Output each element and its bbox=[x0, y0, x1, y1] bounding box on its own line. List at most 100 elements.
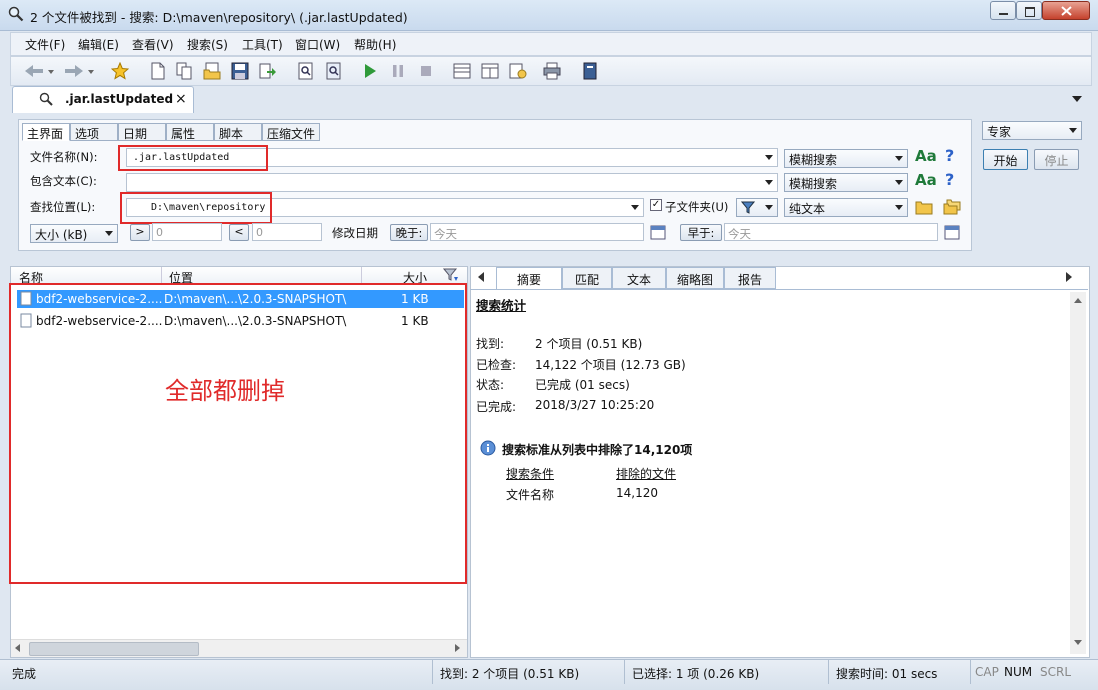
case-sensitive-icon[interactable]: Aa bbox=[915, 171, 937, 189]
calendar-icon[interactable] bbox=[944, 224, 960, 240]
location-mode-value: 纯文本 bbox=[789, 202, 826, 216]
column-divider[interactable] bbox=[361, 267, 362, 284]
menu-help[interactable]: 帮助(H) bbox=[354, 36, 396, 53]
info-icon bbox=[480, 440, 496, 456]
size-greater-button[interactable]: > bbox=[130, 224, 150, 241]
print-icon[interactable] bbox=[543, 62, 561, 80]
browse-folder-icon[interactable] bbox=[915, 199, 933, 215]
export-icon[interactable] bbox=[259, 62, 277, 80]
before-date-input[interactable]: 今天 bbox=[724, 223, 938, 241]
size-min-input[interactable]: 0 bbox=[152, 223, 222, 241]
annotation-box-results bbox=[9, 283, 467, 584]
stat-label: 已完成: bbox=[476, 400, 517, 414]
stat-label: 找到: bbox=[476, 337, 505, 351]
size-less-button[interactable]: < bbox=[229, 224, 249, 241]
after-date-input[interactable]: 今天 bbox=[430, 223, 644, 241]
profile-select[interactable]: 专家 bbox=[982, 121, 1082, 140]
status-separator bbox=[828, 660, 829, 684]
close-tab-icon[interactable]: × bbox=[175, 91, 187, 107]
minimize-button[interactable] bbox=[990, 1, 1016, 20]
modified-date-label: 修改日期 bbox=[332, 226, 378, 240]
scroll-left-icon[interactable] bbox=[15, 644, 20, 652]
tab-thumbnails[interactable]: 缩略图 bbox=[666, 267, 724, 289]
folders-icon[interactable] bbox=[943, 199, 961, 215]
tab-date[interactable]: 日期 bbox=[118, 123, 166, 141]
help-icon[interactable]: ? bbox=[945, 146, 954, 165]
stop-icon[interactable] bbox=[417, 62, 435, 80]
search-file-icon[interactable] bbox=[325, 62, 343, 80]
contains-match-mode[interactable]: 模糊搜索 bbox=[784, 173, 908, 192]
open-search-icon[interactable] bbox=[203, 62, 221, 80]
stat-value: 14,122 个项目 (12.73 GB) bbox=[535, 358, 686, 372]
pause-icon[interactable] bbox=[389, 62, 407, 80]
stop-button[interactable]: 停止 bbox=[1034, 149, 1079, 170]
size-unit-select[interactable]: 大小 (kB) bbox=[30, 224, 118, 243]
filename-match-mode-value: 模糊搜索 bbox=[789, 153, 838, 167]
case-sensitive-icon[interactable]: Aa bbox=[915, 147, 937, 165]
scrollbar-thumb[interactable] bbox=[29, 642, 199, 656]
column-divider[interactable] bbox=[161, 267, 162, 284]
menu-search[interactable]: 搜索(S) bbox=[187, 36, 228, 53]
layout-split-icon[interactable] bbox=[481, 62, 499, 80]
tab-list-dropdown-icon[interactable] bbox=[1072, 96, 1082, 102]
back-dropdown-icon[interactable] bbox=[47, 62, 55, 80]
menu-tools[interactable]: 工具(T) bbox=[242, 36, 283, 53]
save-icon[interactable] bbox=[231, 62, 249, 80]
filename-match-mode[interactable]: 模糊搜索 bbox=[784, 149, 908, 168]
tab-attributes[interactable]: 属性 bbox=[166, 123, 214, 141]
menu-edit[interactable]: 编辑(E) bbox=[78, 36, 119, 53]
minimize-icon bbox=[999, 13, 1008, 15]
size-max-input[interactable]: 0 bbox=[252, 223, 322, 241]
maximize-button[interactable] bbox=[1016, 1, 1042, 20]
scroll-up-icon[interactable] bbox=[1074, 298, 1082, 303]
menu-view[interactable]: 查看(V) bbox=[132, 36, 174, 53]
chevron-down-icon[interactable] bbox=[765, 180, 773, 185]
start-play-icon[interactable] bbox=[361, 62, 379, 80]
horizontal-scrollbar[interactable] bbox=[11, 639, 467, 657]
search-doc-tab[interactable]: .jar.lastUpdated × bbox=[12, 86, 194, 113]
tab-report[interactable]: 报告 bbox=[724, 267, 776, 289]
copy-search-icon[interactable] bbox=[175, 62, 193, 80]
calendar-icon[interactable] bbox=[650, 224, 666, 240]
magnifier-icon bbox=[39, 92, 53, 106]
new-search-icon[interactable] bbox=[149, 62, 167, 80]
favorites-star-icon[interactable] bbox=[111, 62, 129, 80]
filter-icon[interactable] bbox=[443, 268, 459, 283]
num-lock-indicator: NUM bbox=[1004, 665, 1033, 679]
tab-scroll-right-icon[interactable] bbox=[1066, 272, 1072, 282]
stat-value: 2018/3/27 10:25:20 bbox=[535, 398, 655, 412]
help-icon[interactable]: ? bbox=[945, 170, 954, 189]
forward-dropdown-icon[interactable] bbox=[87, 62, 95, 80]
back-arrow-icon[interactable] bbox=[23, 62, 45, 80]
forward-arrow-icon[interactable] bbox=[63, 62, 85, 80]
layout-list-icon[interactable] bbox=[453, 62, 471, 80]
tab-archive[interactable]: 压缩文件 bbox=[262, 123, 320, 141]
menu-file[interactable]: 文件(F) bbox=[25, 36, 65, 53]
tab-matches[interactable]: 匹配 bbox=[562, 267, 612, 289]
filter-button[interactable] bbox=[736, 198, 778, 217]
after-button[interactable]: 晚于: bbox=[390, 224, 428, 241]
tab-text[interactable]: 文本 bbox=[612, 267, 666, 289]
location-mode[interactable]: 纯文本 bbox=[784, 198, 908, 217]
tab-scroll-left-icon[interactable] bbox=[478, 272, 484, 282]
options-icon[interactable] bbox=[509, 62, 527, 80]
before-button[interactable]: 早于: bbox=[680, 224, 722, 241]
status-selected: 已选择: 1 项 (0.26 KB) bbox=[632, 667, 760, 681]
chevron-down-icon bbox=[765, 205, 773, 210]
scroll-down-icon[interactable] bbox=[1074, 640, 1082, 645]
contains-text-input[interactable] bbox=[126, 173, 778, 192]
chevron-down-icon[interactable] bbox=[765, 155, 773, 160]
start-button[interactable]: 开始 bbox=[983, 149, 1028, 170]
menu-window[interactable]: 窗口(W) bbox=[295, 36, 340, 53]
search-results-icon[interactable] bbox=[297, 62, 315, 80]
vertical-scrollbar[interactable] bbox=[1070, 292, 1086, 654]
subfolder-checkbox[interactable]: ✓ bbox=[650, 199, 662, 211]
chevron-down-icon[interactable] bbox=[631, 205, 639, 210]
tab-script[interactable]: 脚本 bbox=[214, 123, 262, 141]
close-window-button[interactable] bbox=[1042, 1, 1090, 20]
tab-main[interactable]: 主界面 bbox=[22, 123, 70, 141]
scroll-right-icon[interactable] bbox=[455, 644, 460, 652]
help-book-icon[interactable] bbox=[581, 62, 599, 80]
tab-summary[interactable]: 摘要 bbox=[496, 267, 562, 289]
tab-options[interactable]: 选项 bbox=[70, 123, 118, 141]
